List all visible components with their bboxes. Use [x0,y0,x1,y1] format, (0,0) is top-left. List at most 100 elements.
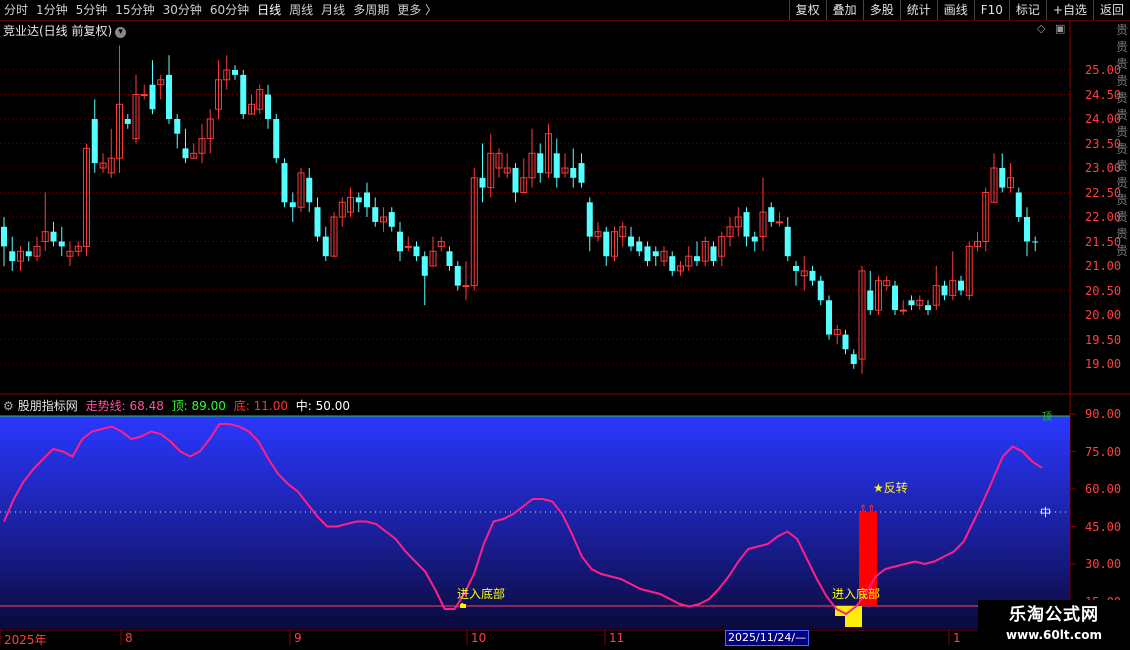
candle-body [941,285,948,296]
mid-label-text: 中: [295,399,312,413]
candle-body [784,226,791,257]
candle-body [793,266,799,271]
candle-body [826,300,832,335]
current-date: 2025/11/24/— [725,630,810,646]
candle-body [91,119,98,164]
candle-body [58,241,65,247]
candle-body [166,74,172,119]
date-label: 11 [609,631,625,645]
candle-body [842,334,849,350]
candle-body [404,245,412,248]
indicator-name: 股朋指标网 [17,399,78,413]
candle-body [628,236,634,247]
candle-body [140,94,148,96]
candle-body [281,163,288,203]
candle-body [364,192,370,208]
candle-body [776,221,783,224]
candle-body [446,251,453,266]
candle-body [586,202,593,237]
indicator-tick: 30.00 [1085,557,1122,571]
candle-body [322,236,329,257]
candle-body [289,202,296,208]
mid-label: 中: 50.00 [296,399,350,413]
candle-body [644,246,651,262]
candle-body [751,236,758,242]
candle-body [421,256,428,276]
candle-body [1015,192,1022,217]
indicator-title[interactable]: ⚙ 股朋指标网 走势线: 68.48 顶: 89.00 底: 11.00 中: 5… [3,397,354,414]
candle-body [1032,241,1039,243]
candle-body [537,153,544,173]
trend-label-text: 走势线: [85,399,126,413]
candle-body [265,94,271,119]
bottom-label-text: 底: [233,399,250,413]
main-grid [0,69,1070,365]
annotation-bottom-2: 进入底部 [832,586,880,601]
candle-body [899,309,907,312]
candle-body [9,251,16,262]
candle-body [925,305,931,311]
indicator-grid [1070,413,1076,602]
candle-body [355,197,362,203]
candle-body [578,163,585,183]
candle-body [570,168,577,178]
candle-body [817,280,824,301]
candle-body [306,177,313,203]
candle-body [149,84,156,110]
bottom-arrow-icon: ⌃ [458,602,466,613]
candle-body [652,251,659,257]
watermark-title: 乐淘公式网 [1009,605,1099,625]
candle-body [50,231,57,242]
indicator-tick: 90.00 [1085,407,1122,421]
candle-body [867,290,874,311]
candle-body [273,119,280,159]
candle-body [999,168,1006,188]
watermark: 乐淘公式网 www.60lt.com [978,600,1130,650]
bottom-label: 底: 11.00 [234,399,288,413]
candle-body [25,251,32,257]
candle-body [603,231,610,257]
candle-body [1024,217,1030,242]
top-label-text: 顶: [171,399,188,413]
date-label: 2025年 [4,633,47,647]
date-label: 8 [125,631,133,645]
candle-body [240,74,247,115]
chart-canvas[interactable]: ⇑⇑ 进入底部 进入底部 ★反转 中 顶 ⌃ [0,0,1130,650]
side-panel-text[interactable]: 贵贵贵贵贵贵贵贵贵贵贵贵贵贵 [1116,22,1130,392]
date-label: 9 [294,631,302,645]
indicator-tick: 75.00 [1085,444,1122,459]
candle-body [958,280,964,291]
annotation-bottom-1: 进入底部 [457,586,505,601]
date-label: 1 [953,631,961,645]
candle-body [454,266,461,286]
up-arrow-icon: ⇑⇑ [859,504,876,515]
candle-body [462,285,470,288]
top-label: 顶: 89.00 [172,399,226,413]
candle-body [388,212,395,227]
date-label: 10 [471,631,487,645]
indicator-tick: 45.00 [1085,519,1122,534]
annotation-reversal: ★反转 [873,480,908,495]
candle-body [908,300,915,306]
mid-value: 50.00 [315,399,351,413]
candle-body [413,246,420,257]
trend-value: 68.48 [129,399,164,413]
candle-body [710,246,717,262]
top-value: 89.00 [191,399,226,413]
candle-body [743,212,750,237]
indicator-tick: 60.00 [1085,482,1122,496]
candle-body [694,256,700,262]
candle-body [314,207,321,237]
candle-body [669,256,676,271]
candle-body [124,119,131,124]
candle-body [174,119,181,134]
watermark-url: www.60lt.com [1005,628,1103,642]
candle-body [512,168,519,193]
indicator-background [0,416,1070,630]
top-marker: 顶 [1042,411,1052,423]
candle-body [636,241,643,252]
mid-marker: 中 [1040,506,1051,519]
candle-body [182,148,189,159]
settings-icon[interactable]: ⚙ [3,399,14,413]
candle-body [892,285,898,311]
